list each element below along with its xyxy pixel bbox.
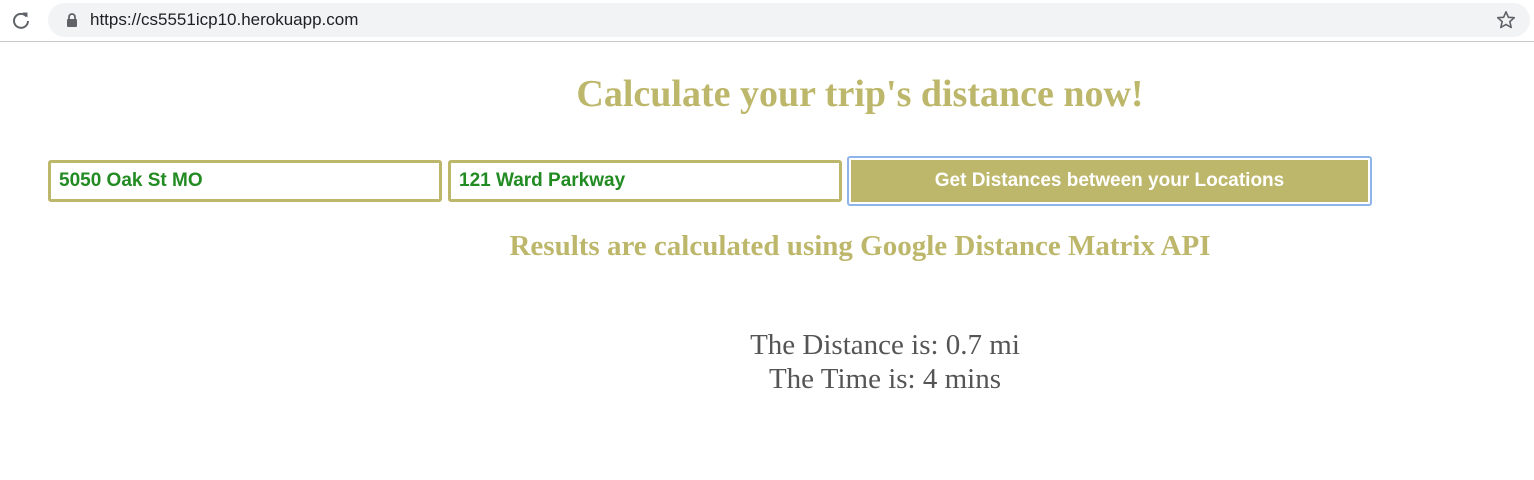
results-note: Results are calculated using Google Dist… bbox=[509, 230, 1211, 262]
url-text[interactable]: https://cs5551icp10.herokuapp.com bbox=[90, 10, 358, 30]
address-bar[interactable]: https://cs5551icp10.herokuapp.com bbox=[48, 3, 1530, 37]
time-result: The Time is: 4 mins bbox=[768, 363, 1002, 395]
origin-input[interactable] bbox=[48, 160, 442, 202]
browser-toolbar: https://cs5551icp10.herokuapp.com bbox=[0, 0, 1534, 42]
distance-result: The Distance is: 0.7 mi bbox=[750, 329, 1020, 361]
bookmark-star-icon[interactable] bbox=[1496, 10, 1516, 30]
get-distances-button[interactable]: Get Distances between your Locations bbox=[847, 156, 1372, 206]
result-panel: The Distance is: 0.7 mi The Time is: 4 m… bbox=[0, 328, 1534, 396]
page-title: Calculate your trip's distance now! bbox=[576, 73, 1144, 115]
destination-input[interactable] bbox=[448, 160, 842, 202]
reload-icon[interactable] bbox=[10, 9, 32, 31]
get-distances-button-label: Get Distances between your Locations bbox=[851, 160, 1368, 202]
lock-icon bbox=[66, 13, 78, 27]
